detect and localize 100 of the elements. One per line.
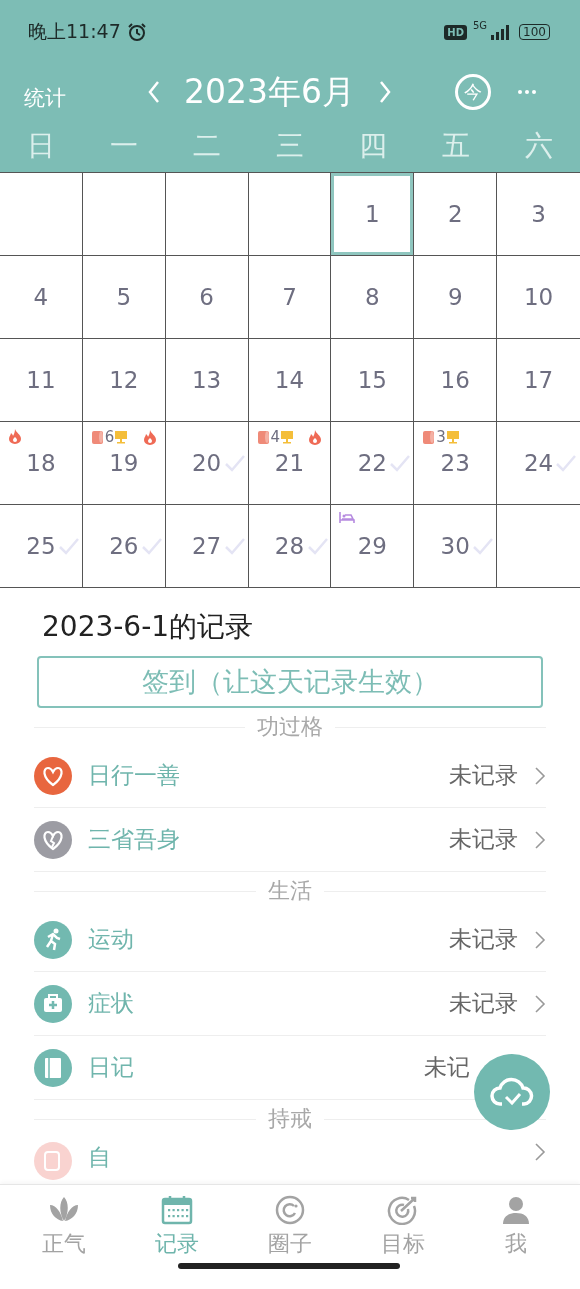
day-number: 5	[116, 284, 132, 310]
weekday-label: 四	[357, 128, 388, 164]
calendar-day[interactable]: 2	[414, 173, 498, 256]
chevron-right-icon[interactable]	[534, 1142, 546, 1162]
next-month-icon[interactable]	[377, 79, 393, 105]
day-number: 3	[531, 201, 546, 227]
section-title: 功过格	[256, 713, 324, 741]
row-status: 未记录	[449, 989, 518, 1018]
row-label: 症状	[88, 989, 134, 1018]
calendar-day[interactable]: 24	[497, 422, 580, 505]
calendar-day[interactable]: 6 19	[82, 422, 166, 505]
calendar-day[interactable]: 18	[0, 422, 83, 505]
weekday-label: 五	[440, 128, 471, 164]
day-number: 20	[192, 450, 222, 476]
toilet-roll-icon	[256, 429, 271, 445]
medical-kit-icon	[34, 984, 72, 1023]
calendar-day[interactable]: 30	[414, 505, 498, 588]
day-number: 7	[282, 284, 297, 310]
calendar-day[interactable]: 16	[414, 339, 498, 422]
chevron-right-icon[interactable]	[534, 929, 546, 950]
book-icon	[34, 1048, 72, 1087]
calendar-day[interactable]: 27	[165, 505, 249, 588]
day-number: 30	[440, 533, 470, 559]
previous-month-icon[interactable]	[146, 79, 162, 105]
nav-tab[interactable]: 目标	[346, 1185, 460, 1289]
toilet-roll-icon	[422, 429, 437, 445]
calendar-day[interactable]: 25	[0, 505, 83, 588]
chevron-right-icon[interactable]	[534, 765, 546, 786]
day-number: 18	[26, 450, 56, 476]
weekday-label: 三	[275, 128, 305, 164]
calendar-day[interactable]: 10	[497, 256, 580, 339]
calendar-day[interactable]: 9	[414, 256, 498, 339]
calendar-day[interactable]: 17	[497, 339, 580, 422]
calendar-day[interactable]: 3	[497, 173, 580, 256]
calendar-day[interactable]: 8	[331, 256, 415, 339]
chevron-right-icon[interactable]	[534, 993, 546, 1014]
day-number: 15	[357, 367, 387, 393]
day-number: 26	[109, 533, 139, 559]
more-icon[interactable]	[517, 89, 537, 95]
day-number: 12	[109, 367, 139, 393]
flame-icon	[142, 429, 157, 445]
row-label: 日行一善	[88, 761, 180, 790]
day-number: 24	[523, 450, 554, 476]
chevron-right-icon[interactable]	[534, 829, 546, 850]
day-number: 25	[26, 533, 56, 559]
calendar-day[interactable]: 5	[82, 256, 166, 339]
day-number: 8	[365, 284, 380, 310]
calendar-day[interactable]: 6	[165, 256, 249, 339]
calendar-day[interactable]: 20	[165, 422, 249, 505]
mark-count: 4	[270, 428, 281, 446]
calendar-icon	[161, 1195, 194, 1225]
calendar-day[interactable]: 4 21	[248, 422, 332, 505]
mark-count: 3	[436, 428, 446, 446]
toilet-roll-icon	[90, 429, 105, 445]
day-number: 21	[274, 450, 305, 476]
network-label: 5G	[472, 20, 488, 31]
row-status: 未记录	[449, 825, 518, 854]
day-number: 6	[199, 284, 214, 310]
day-number: 19	[109, 450, 139, 476]
mark-count: 6	[104, 428, 115, 446]
calendar-day[interactable]: 22	[331, 422, 415, 505]
calendar-day[interactable]: 29	[331, 505, 415, 588]
calendar-day[interactable]: 11	[0, 339, 83, 422]
day-number: 29	[357, 533, 387, 559]
day-number: 17	[523, 367, 554, 393]
section-title: 持戒	[267, 1105, 313, 1133]
calendar-day[interactable]: 4	[0, 256, 83, 339]
weekday-label: 六	[523, 128, 554, 164]
monitor-icon	[114, 430, 129, 444]
nav-tab[interactable]: 正气	[8, 1185, 121, 1289]
runner-icon	[34, 920, 72, 959]
circle-icon	[275, 1195, 305, 1225]
day-number: 22	[357, 450, 387, 476]
nav-tab[interactable]: 圈子	[233, 1185, 347, 1289]
nav-tab[interactable]: 我	[459, 1185, 572, 1289]
day-number: 16	[440, 367, 470, 393]
calendar-day[interactable]: 12	[82, 339, 166, 422]
toilet-roll-icon	[34, 1142, 72, 1180]
calendar-day[interactable]: 28	[248, 505, 332, 588]
calendar-day[interactable]: 26	[82, 505, 166, 588]
monitor-icon	[445, 430, 460, 444]
day-number: 4	[33, 284, 49, 310]
flame-icon	[308, 429, 323, 445]
calendar-day[interactable]: 1	[331, 173, 415, 256]
row-status: 未记录	[449, 925, 518, 954]
weekday-label: 二	[192, 128, 223, 164]
day-number: 23	[440, 450, 470, 476]
calendar-day[interactable]: 7	[248, 256, 332, 339]
bed-icon	[339, 511, 356, 524]
day-number: 13	[192, 367, 222, 393]
calendar-day[interactable]: 13	[165, 339, 249, 422]
record-title: 2023-6-1的记录	[42, 609, 255, 645]
day-number: 1	[365, 201, 380, 227]
target-icon	[386, 1195, 419, 1225]
battery-level: 100	[519, 24, 550, 40]
day-number: 27	[192, 533, 222, 559]
calendar-day[interactable]: 14	[248, 339, 332, 422]
hd-badge: HD	[444, 24, 467, 40]
calendar-day[interactable]: 3 23	[414, 422, 498, 505]
calendar-day[interactable]: 15	[331, 339, 415, 422]
